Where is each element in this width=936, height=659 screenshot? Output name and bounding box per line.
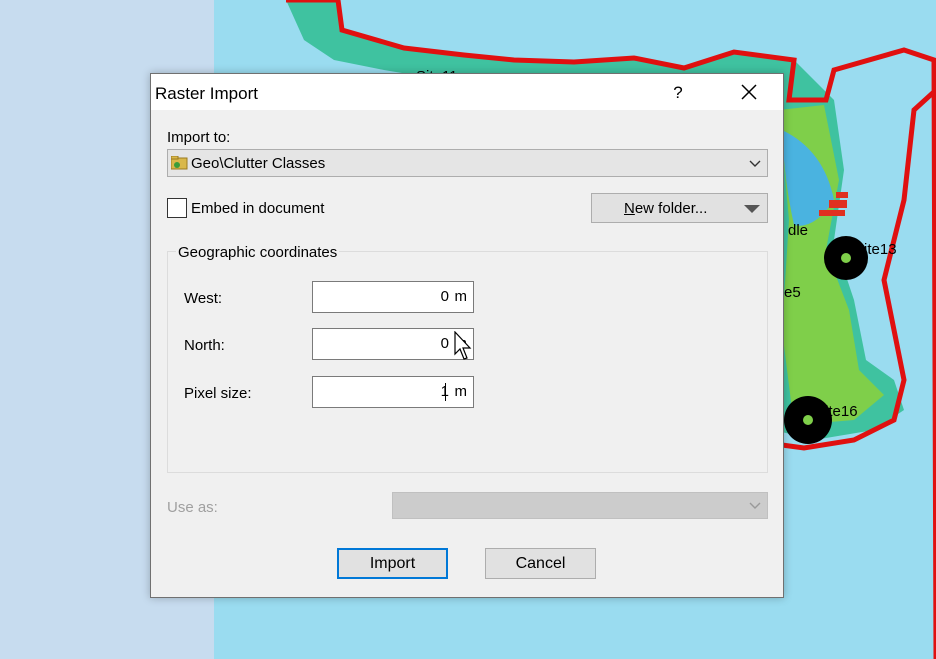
use-as-select[interactable] — [392, 492, 768, 519]
site-label: Site13 — [854, 241, 897, 258]
close-icon — [741, 84, 757, 100]
new-folder-button[interactable]: New folder... — [591, 193, 768, 223]
import-to-value: Geo\Clutter Classes — [191, 155, 326, 172]
help-button[interactable]: ? — [658, 80, 698, 106]
embed-label[interactable]: Embed in document — [191, 200, 324, 217]
chevron-down-icon — [749, 502, 761, 509]
west-label: West: — [184, 290, 223, 307]
folder-icon — [171, 156, 188, 170]
west-input[interactable]: 0 m — [312, 281, 474, 313]
pixel-size-input[interactable]: 1 m — [312, 376, 474, 408]
geographic-coordinates-group: Geographic coordinates West: 0 m North: … — [167, 244, 768, 473]
import-button[interactable]: Import — [337, 548, 448, 579]
site-label: dle — [788, 222, 809, 239]
dialog-titlebar[interactable]: Raster Import ? — [151, 74, 783, 110]
north-input[interactable]: 0 m — [312, 328, 474, 360]
site-label: Site16 — [815, 403, 858, 420]
group-title: Geographic coordinates — [176, 244, 340, 261]
cancel-button[interactable]: Cancel — [485, 548, 596, 579]
embed-checkbox[interactable] — [167, 198, 187, 218]
west-value: 0 — [440, 288, 449, 305]
import-to-select[interactable]: Geo\Clutter Classes — [167, 149, 768, 177]
dialog-title: Raster Import — [155, 84, 258, 103]
chevron-down-icon — [749, 160, 761, 167]
import-to-label: Import to: — [167, 129, 231, 146]
north-label: North: — [184, 337, 225, 354]
pixel-size-label: Pixel size: — [184, 385, 252, 402]
text-caret — [445, 383, 446, 401]
mouse-cursor-icon — [454, 331, 472, 360]
west-unit: m — [454, 288, 468, 305]
close-button[interactable] — [729, 80, 769, 106]
pixel-size-unit: m — [454, 383, 468, 400]
use-as-label: Use as: — [167, 499, 218, 516]
dropdown-arrow-icon[interactable] — [744, 205, 760, 213]
new-folder-label: New folder... — [624, 200, 708, 217]
north-value: 0 — [440, 335, 449, 352]
site-label: e5 — [784, 284, 801, 301]
